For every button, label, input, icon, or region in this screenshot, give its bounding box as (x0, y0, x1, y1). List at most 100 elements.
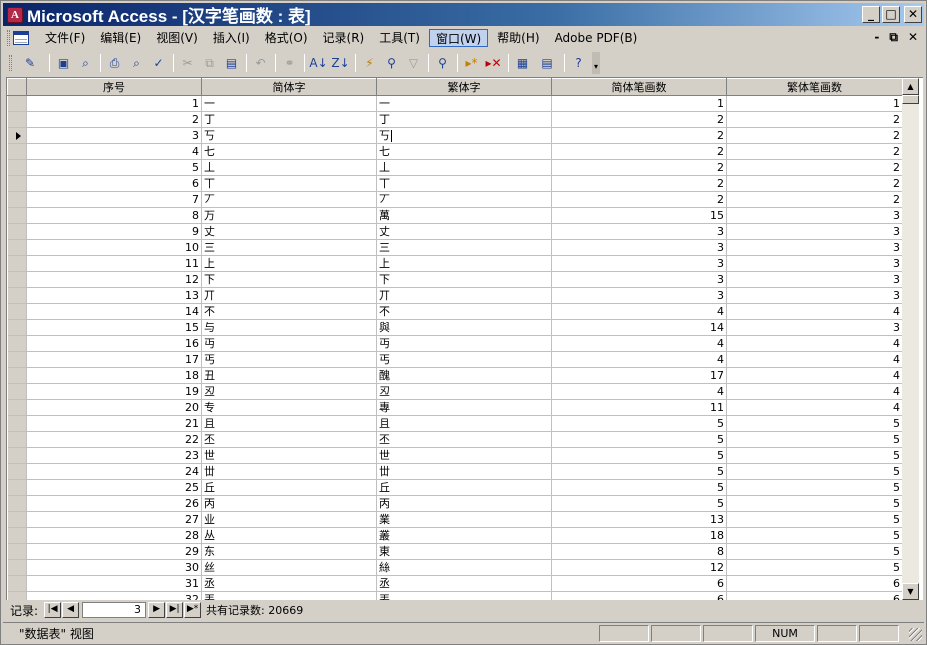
table-cell[interactable]: 1 (26, 95, 202, 112)
table-cell[interactable]: 业 (201, 511, 377, 528)
table-cell[interactable]: 3 (726, 287, 903, 304)
table-cell[interactable]: 丕 (201, 431, 377, 448)
select-all-corner[interactable] (7, 78, 27, 96)
table-cell[interactable]: 業 (376, 511, 552, 528)
find-icon[interactable]: ⚲ (432, 53, 453, 73)
table-cell[interactable]: 丗 (376, 463, 552, 480)
table-cell[interactable]: 24 (26, 463, 202, 480)
table-cell[interactable]: 且 (376, 415, 552, 432)
record-selector[interactable] (7, 111, 27, 128)
menu-item-8[interactable]: 帮助(H) (491, 29, 545, 47)
table-cell[interactable]: 丌 (376, 287, 552, 304)
table-cell[interactable]: 丐 (201, 351, 377, 368)
table-cell[interactable]: 4 (726, 335, 903, 352)
help-icon[interactable]: ? (568, 53, 589, 73)
table-cell[interactable]: 6 (26, 175, 202, 192)
first-record-button[interactable]: |◀ (44, 602, 62, 618)
filter-by-selection-icon[interactable]: ⚡ (359, 53, 380, 73)
table-cell[interactable]: 丘 (376, 479, 552, 496)
table-row[interactable]: 1一一11 (7, 95, 903, 112)
table-cell[interactable]: 丁 (201, 111, 377, 128)
menu-item-3[interactable]: 插入(I) (207, 29, 256, 47)
table-row[interactable]: 2丁丁22 (7, 111, 903, 128)
column-header[interactable]: 繁体字 (376, 78, 552, 96)
table-cell[interactable]: 丈 (376, 223, 552, 240)
print-icon[interactable]: ⎙ (104, 53, 125, 73)
table-row[interactable]: 22 丕 丕 5 5 (7, 431, 903, 448)
table-row[interactable]: 20 专 專 11 4 (7, 399, 903, 416)
print-preview-icon[interactable]: ⌕ (126, 53, 147, 73)
table-row[interactable]: 12 下 下 3 3 (7, 271, 903, 288)
table-cell[interactable]: 2 (26, 111, 202, 128)
table-cell[interactable]: 4 (551, 383, 727, 400)
table-row[interactable]: 19 丒 丒 4 4 (7, 383, 903, 400)
table-cell[interactable]: 2 (726, 175, 903, 192)
table-cell[interactable]: 一 (201, 95, 377, 112)
table-row[interactable]: 14 不 不 4 4 (7, 303, 903, 320)
record-selector[interactable] (7, 127, 27, 144)
record-selector[interactable] (7, 271, 27, 288)
table-row[interactable]: 10 三 三 3 3 (7, 239, 903, 256)
table-cell[interactable]: 2 (726, 127, 903, 144)
table-cell[interactable]: 不 (201, 303, 377, 320)
table-cell[interactable]: 14 (26, 303, 202, 320)
table-cell[interactable]: 32 (26, 591, 202, 600)
table-cell[interactable]: 丏 (376, 335, 552, 352)
table-cell[interactable]: 30 (26, 559, 202, 576)
table-cell[interactable]: 4 (26, 143, 202, 160)
vertical-scrollbar[interactable]: ▲ ▼ (902, 78, 919, 600)
table-cell[interactable]: 5 (726, 479, 903, 496)
table-cell[interactable]: 世 (201, 447, 377, 464)
table-cell[interactable]: 丙 (376, 495, 552, 512)
table-row[interactable]: 17 丐 丐 4 4 (7, 351, 903, 368)
table-row[interactable]: 13 丌 丌 3 3 (7, 287, 903, 304)
table-cell[interactable]: 3 (551, 239, 727, 256)
table-cell[interactable]: 8 (26, 207, 202, 224)
spelling-icon[interactable]: ✓ (148, 53, 169, 73)
table-cell[interactable]: 12 (26, 271, 202, 288)
table-cell[interactable]: 上 (201, 255, 377, 272)
table-cell[interactable]: 3 (726, 271, 903, 288)
record-selector[interactable] (7, 159, 27, 176)
resize-grip[interactable] (909, 628, 922, 641)
table-cell[interactable]: 丝 (201, 559, 377, 576)
table-cell[interactable]: 4 (726, 351, 903, 368)
table-cell[interactable]: 5 (726, 511, 903, 528)
table-cell[interactable]: 5 (551, 479, 727, 496)
record-selector[interactable] (7, 431, 27, 448)
table-row[interactable]: 27 业 業 13 5 (7, 511, 903, 528)
table-cell[interactable]: 东 (201, 543, 377, 560)
table-cell[interactable]: 4 (551, 303, 727, 320)
menu-item-1[interactable]: 编辑(E) (94, 29, 147, 47)
table-cell[interactable]: 11 (26, 255, 202, 272)
table-cell[interactable]: 丗 (201, 463, 377, 480)
column-header[interactable]: 繁体笔画数 (726, 78, 903, 96)
table-cell[interactable]: 25 (26, 479, 202, 496)
table-cell[interactable]: 6 (551, 575, 727, 592)
table-cell[interactable]: 2 (551, 191, 727, 208)
table-cell[interactable]: 5 (726, 463, 903, 480)
table-cell[interactable]: 11 (551, 399, 727, 416)
table-cell[interactable]: 13 (551, 511, 727, 528)
table-row[interactable]: 3丂丂22 (7, 127, 903, 144)
table-cell[interactable]: 5 (726, 431, 903, 448)
last-record-button[interactable]: ▶| (166, 602, 184, 618)
menu-item-4[interactable]: 格式(O) (259, 29, 314, 47)
table-cell[interactable]: 丟 (376, 591, 552, 600)
undo-icon[interactable]: ↶ (250, 53, 271, 73)
scroll-thumb[interactable] (902, 95, 919, 104)
table-cell[interactable]: 世 (376, 447, 552, 464)
table-row[interactable]: 5丄丄22 (7, 159, 903, 176)
table-row[interactable]: 18 丑 醜 17 4 (7, 367, 903, 384)
table-cell[interactable]: 4 (726, 399, 903, 416)
table-row[interactable]: 15 与 與 14 3 (7, 319, 903, 336)
record-selector[interactable] (7, 191, 27, 208)
table-row[interactable]: 4七七22 (7, 143, 903, 160)
table-cell[interactable]: 22 (26, 431, 202, 448)
table-cell[interactable]: 9 (26, 223, 202, 240)
hyperlink-icon[interactable]: ⚭ (279, 53, 300, 73)
menu-grip[interactable] (7, 30, 10, 46)
column-header[interactable]: 简体笔画数 (551, 78, 727, 96)
table-row[interactable]: 8 万 萬 15 3 (7, 207, 903, 224)
record-selector[interactable] (7, 463, 27, 480)
